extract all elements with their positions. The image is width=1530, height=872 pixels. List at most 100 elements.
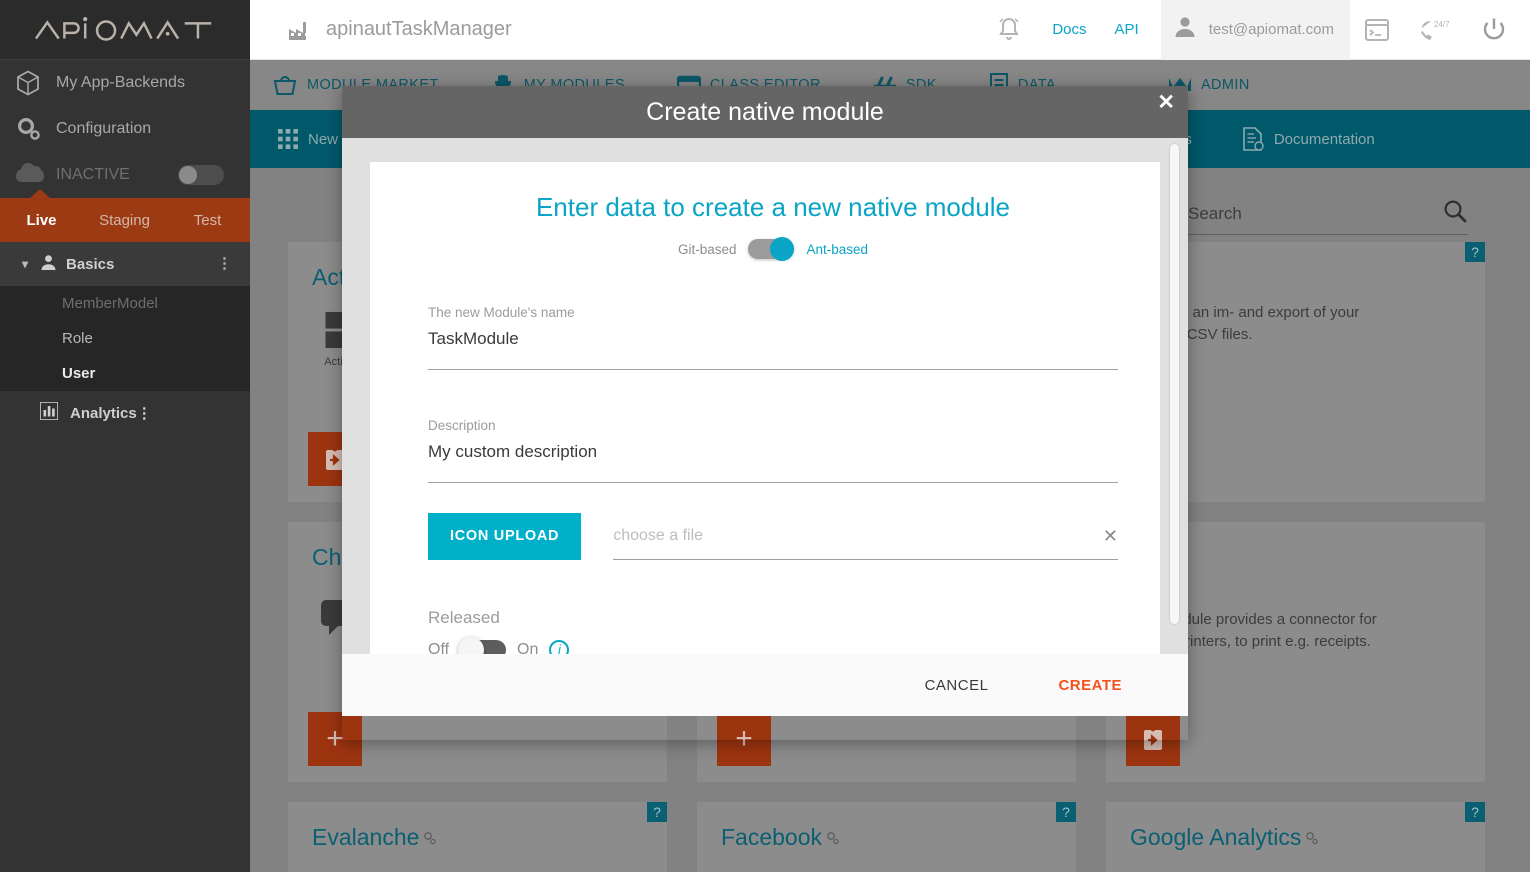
- left-sidebar: My App-Backends Configuration INACTIVE L…: [0, 0, 250, 872]
- create-button[interactable]: CREATE: [1058, 677, 1122, 694]
- user-email: test@apiomat.com: [1208, 21, 1334, 38]
- card-title: Evalanche: [312, 824, 643, 853]
- search-bar[interactable]: Search: [1188, 198, 1468, 235]
- git-based-label: Git-based: [677, 241, 737, 257]
- docs-link[interactable]: Docs: [1052, 21, 1086, 38]
- top-header: apinautTaskManager Docs API test@apiomat…: [250, 0, 1530, 60]
- dialog-body: Enter data to create a new native module…: [342, 138, 1188, 654]
- module-card[interactable]: ? Evalanche: [288, 802, 667, 872]
- card-title-text: Evalanche: [312, 824, 420, 850]
- avatar-icon: [1173, 15, 1197, 44]
- card-help-badge[interactable]: ?: [1465, 242, 1485, 262]
- apiomat-logo-icon: [34, 16, 212, 41]
- api-link[interactable]: API: [1115, 21, 1139, 38]
- sidebar-item-configuration[interactable]: Configuration: [0, 106, 250, 152]
- card-help-badge[interactable]: ?: [1056, 802, 1076, 822]
- tree-group-menu-icon[interactable]: ⋮: [217, 256, 232, 271]
- gear-small-icon: [825, 826, 841, 853]
- description-field[interactable]: Description My custom description: [428, 418, 1118, 483]
- module-card[interactable]: ? Facebook: [697, 802, 1076, 872]
- released-on-label: On: [517, 640, 539, 655]
- analytics-icon: [39, 401, 59, 424]
- released-off-label: Off: [428, 640, 450, 655]
- card-title-text: Facebook: [721, 824, 823, 850]
- user-menu[interactable]: test@apiomat.com: [1160, 0, 1350, 60]
- sidebar-item-label: My App-Backends: [56, 74, 185, 91]
- subtab-documentation[interactable]: Documentation: [1242, 127, 1375, 151]
- module-card[interactable]: ? Google Analytics: [1106, 802, 1485, 872]
- card-help-badge[interactable]: ?: [1465, 802, 1485, 822]
- terminal-icon[interactable]: [1364, 17, 1390, 43]
- app-name: apinautTaskManager: [326, 18, 512, 40]
- person-icon: [40, 254, 66, 275]
- cancel-button[interactable]: CANCEL: [925, 677, 989, 694]
- tree-item-membermodel[interactable]: MemberModel: [0, 286, 250, 321]
- tree-item-user[interactable]: User: [0, 356, 250, 391]
- module-name-label: The new Module's name: [428, 305, 575, 320]
- close-icon[interactable]: ✕: [1157, 92, 1175, 113]
- app-title: apinautTaskManager: [288, 18, 512, 42]
- tree-group-basics[interactable]: ▾ Basics ⋮: [0, 242, 250, 286]
- sidebar-item-my-app-backends[interactable]: My App-Backends: [0, 60, 250, 106]
- dialog-footer: CANCEL CREATE: [342, 654, 1188, 716]
- description-label: Description: [428, 418, 496, 433]
- sidebar-status-label: INACTIVE: [56, 166, 130, 183]
- notification-bell-icon[interactable]: [994, 15, 1024, 45]
- close-x-icon[interactable]: ✕: [1103, 526, 1118, 547]
- dialog-scrollbar-thumb[interactable]: [1170, 144, 1179, 624]
- tree-group-analytics[interactable]: Analytics ⋮: [0, 391, 250, 435]
- info-icon[interactable]: i: [549, 639, 570, 654]
- released-label: Released: [428, 607, 500, 627]
- header-actions: Docs API test@apiomat.com 24/7: [980, 0, 1530, 60]
- svg-text:24/7: 24/7: [1434, 20, 1450, 29]
- dialog-header: Create native module ✕: [342, 86, 1188, 138]
- icon-upload-row: ICON UPLOAD choose a file ✕: [428, 513, 1118, 560]
- nav-tab-label: ADMIN: [1200, 77, 1250, 93]
- form-heading: Enter data to create a new native module: [535, 192, 1011, 222]
- dialog-scrollbar[interactable]: [1170, 144, 1179, 624]
- status-toggle[interactable]: [178, 165, 224, 185]
- cloud-icon: [16, 162, 56, 182]
- create-native-module-dialog: Create native module ✕ Enter data to cre…: [342, 86, 1188, 740]
- chevron-down-icon[interactable]: ▾: [22, 257, 40, 271]
- card-title: Facebook: [721, 824, 1052, 853]
- logo[interactable]: [0, 0, 250, 60]
- card-title-text: Google Analytics: [1130, 824, 1302, 850]
- gear-icon: [16, 116, 56, 142]
- subtab-label: Documentation: [1273, 130, 1375, 148]
- tree-item-role[interactable]: Role: [0, 321, 250, 356]
- dialog-title: Create native module: [646, 97, 884, 126]
- tree-group-menu-icon[interactable]: ⋮: [137, 404, 152, 422]
- search-input[interactable]: Search: [1188, 204, 1242, 224]
- module-name-input[interactable]: TaskModule: [428, 329, 1118, 370]
- dialog-form-sheet: Enter data to create a new native module…: [370, 162, 1160, 654]
- build-type-toggle[interactable]: [748, 237, 795, 261]
- magnifier-icon[interactable]: [1442, 198, 1468, 229]
- released-toggle[interactable]: [458, 636, 507, 654]
- card-title: Google Analytics: [1130, 824, 1461, 853]
- env-tab-test[interactable]: Test: [166, 212, 249, 229]
- build-type-toggle-row: Git-based Ant-based: [428, 237, 1118, 261]
- env-tab-live[interactable]: Live: [0, 212, 83, 229]
- env-tab-staging[interactable]: Staging: [83, 212, 166, 229]
- factory-icon: [288, 18, 314, 42]
- file-chooser[interactable]: choose a file ✕: [613, 526, 1118, 560]
- file-input[interactable]: choose a file: [613, 527, 703, 545]
- cube-icon: [16, 70, 56, 96]
- description-input[interactable]: My custom description: [428, 442, 1118, 483]
- phone-24-7-icon[interactable]: 24/7: [1418, 17, 1452, 43]
- gear-small-icon: [1304, 826, 1320, 853]
- basket-icon: [272, 72, 298, 98]
- module-name-field[interactable]: The new Module's name TaskModule: [428, 305, 1118, 370]
- tree-group-label: Basics: [66, 255, 115, 273]
- ant-based-label: Ant-based: [806, 241, 869, 257]
- document-clock-icon: [1242, 127, 1264, 151]
- grid-icon: [278, 129, 298, 149]
- icon-upload-button[interactable]: ICON UPLOAD: [428, 513, 582, 560]
- environment-tabs: Live Staging Test: [0, 189, 250, 242]
- power-icon[interactable]: [1480, 16, 1508, 44]
- app-root: Search Act Active Di ?: [0, 0, 1530, 872]
- card-help-badge[interactable]: ?: [647, 802, 667, 822]
- released-block: Released Off On i: [428, 607, 1118, 655]
- tree-group-label: Analytics: [70, 404, 137, 422]
